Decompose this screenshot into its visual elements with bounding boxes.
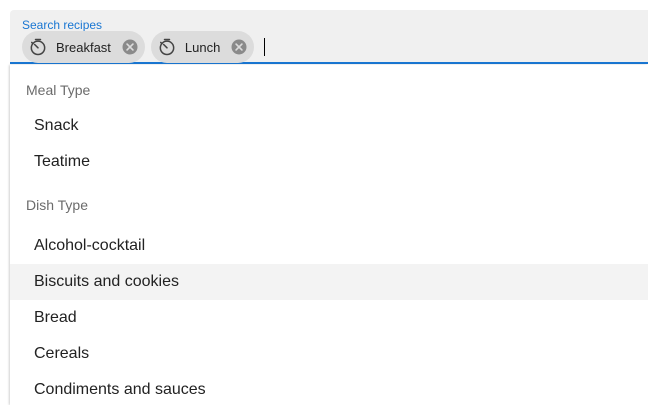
option-condiments-and-sauces[interactable]: Condiments and sauces [10, 372, 648, 405]
recipe-search-page: Search recipes Breakfast Lunch Meal Type… [0, 0, 648, 405]
chip-lunch[interactable]: Lunch [150, 31, 255, 63]
chip-breakfast[interactable]: Breakfast [22, 31, 145, 63]
chip-delete-icon[interactable] [228, 36, 250, 58]
text-caret [264, 38, 266, 56]
option-biscuits-and-cookies[interactable]: Biscuits and cookies [10, 264, 648, 300]
group-header-dish-type: Dish Type [26, 197, 88, 213]
search-field-label: Search recipes [22, 18, 103, 32]
option-teatime[interactable]: Teatime [10, 144, 648, 180]
chip-row: Breakfast Lunch [22, 31, 330, 63]
search-input[interactable] [269, 36, 330, 58]
search-field[interactable]: Search recipes Breakfast Lunch [10, 10, 648, 64]
options-listbox: Meal Type Snack Teatime Dish Type Alcoho… [10, 65, 648, 405]
chip-delete-icon[interactable] [119, 36, 141, 58]
timer-icon [27, 36, 49, 58]
chip-label: Lunch [184, 39, 221, 55]
option-snack[interactable]: Snack [10, 108, 648, 144]
group-header-meal-type: Meal Type [26, 82, 91, 98]
timer-icon [156, 36, 178, 58]
option-alcohol-cocktail[interactable]: Alcohol-cocktail [10, 228, 648, 264]
option-bread[interactable]: Bread [10, 300, 648, 336]
chip-label: Breakfast [56, 39, 111, 55]
search-input-wrap [260, 36, 330, 58]
option-cereals[interactable]: Cereals [10, 336, 648, 372]
